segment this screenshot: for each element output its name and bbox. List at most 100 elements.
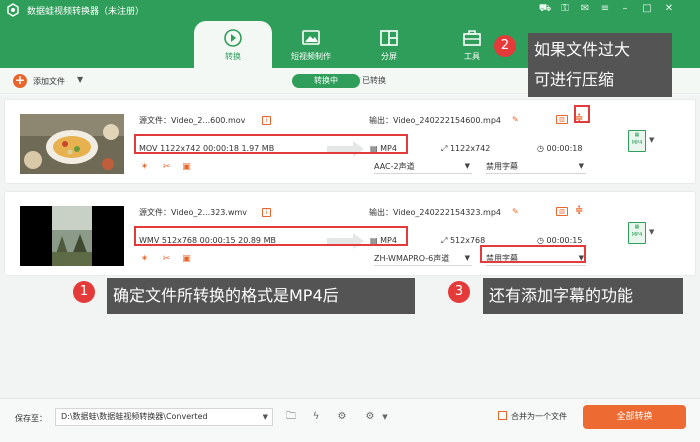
add-file-label: 添加文件 [33, 77, 65, 86]
convert-icon [224, 29, 242, 47]
key-icon[interactable]: ⚿ [558, 2, 572, 16]
annotation-text: 如果文件过大 [534, 40, 631, 59]
enhance-icon[interactable]: ✶ [139, 162, 150, 173]
tab-converted[interactable]: 已转换 [362, 74, 418, 88]
output-resolution: ⤢ 1122x742 [441, 144, 490, 154]
chevron-down-icon[interactable]: ▼ [649, 136, 654, 144]
chevron-down-icon: ▼ [464, 254, 470, 262]
settings-icon[interactable]: ⚙ [362, 409, 378, 425]
title-bar: 数据蛙视频转换器（未注册） ⛟ ⚿ ✉ ≡ – □ ✕ [0, 0, 700, 20]
video-thumbnail[interactable] [20, 114, 124, 174]
annotation-number: 2 [494, 35, 516, 57]
subtitle-value: 禁用字幕 [486, 162, 518, 171]
toolbox-icon [463, 30, 481, 46]
annotation-box-subtitle [480, 245, 586, 263]
format-badge[interactable]: ▦ MP4 [628, 222, 646, 244]
tab-short-video-label: 短视频制作 [291, 52, 331, 61]
annotation-text: 还有添加字幕的功能 [489, 286, 634, 305]
save-to-label: 保存至： [15, 414, 47, 423]
cut-icon[interactable]: ✂ [161, 162, 172, 173]
tab-short-video[interactable]: 短视频制作 [272, 21, 350, 68]
info-icon[interactable]: i [262, 208, 271, 217]
output-duration: ◷ 00:00:15 [537, 236, 582, 245]
source-filename: 源文件：Video_2...600.mov [139, 116, 246, 125]
folder-icon[interactable]: 🗀 [283, 409, 299, 425]
annotation-callout: 还有添加字幕的功能 [483, 278, 683, 314]
close-icon[interactable]: ✕ [662, 2, 676, 16]
enhance-icon[interactable]: ✶ [139, 254, 150, 265]
format-badge-label: MP4 [631, 232, 643, 238]
tab-split-screen[interactable]: 分屏 [350, 21, 428, 68]
annotation-callout: 确定文件所转换的格式是MP4后 [107, 278, 415, 314]
output-duration: ◷ 00:00:18 [537, 144, 582, 153]
annotation-text: 可进行压缩 [534, 70, 615, 89]
annotation-box-compress [574, 105, 590, 123]
gpu-off-icon[interactable]: ⚙ [334, 409, 350, 425]
maximize-icon[interactable]: □ [640, 2, 654, 16]
chevron-down-icon: ▼ [464, 162, 470, 170]
tab-convert[interactable]: 转换 [194, 21, 272, 68]
audio-track-select[interactable]: AAC-2声道 ▼ [374, 160, 472, 174]
merge-files-label: 合并为一个文件 [511, 412, 567, 421]
edit-effects-icon[interactable]: ▣ [181, 254, 192, 265]
output-filename: 输出：Video_240222154600.mp4 [369, 116, 501, 125]
status-segment: 转换中 已转换 [292, 74, 428, 88]
tab-split-screen-label: 分屏 [381, 52, 397, 61]
hardware-accel-off-icon[interactable]: ϟ [308, 409, 324, 425]
image-edit-icon [302, 30, 320, 45]
format-badge-label: MP4 [631, 140, 643, 146]
resize-icon: ⤢ [441, 236, 448, 245]
output-path-value: D:\数据蛙\数据蛙视频转换器\Converted [61, 412, 208, 421]
chevron-down-icon: ▼ [262, 413, 268, 421]
clock-icon: ◷ [537, 144, 544, 153]
compress-icon[interactable]: ≑ [575, 206, 584, 216]
output-path-select[interactable]: D:\数据蛙\数据蛙视频转换器\Converted ▼ [55, 408, 273, 426]
annotation-text: 确定文件所转换的格式是MP4后 [113, 286, 339, 305]
edit-pencil-icon[interactable]: ✎ [512, 115, 521, 124]
duration-value: 00:00:18 [546, 144, 583, 153]
audio-track-select[interactable]: ZH-WMAPRO-6声道 ▼ [374, 252, 472, 266]
source-filename: 源文件：Video_2...323.wmv [139, 208, 248, 217]
audio-track-value: AAC-2声道 [374, 162, 415, 171]
edit-pencil-icon[interactable]: ✎ [512, 207, 521, 216]
video-thumbnail[interactable] [20, 206, 124, 266]
format-badge[interactable]: ▦ MP4 [628, 130, 646, 152]
minimize-icon[interactable]: – [618, 2, 632, 16]
subtitle-select[interactable]: 禁用字幕 ▼ [486, 160, 586, 174]
split-screen-icon [380, 30, 398, 46]
app-title: 数据蛙视频转换器（未注册） [27, 7, 145, 17]
resolution-value: 1122x742 [449, 144, 491, 153]
menu-icon[interactable]: ≡ [598, 2, 612, 16]
chat-icon[interactable]: ✉ [578, 2, 592, 16]
clock-icon: ◷ [537, 236, 544, 245]
duration-value: 00:00:15 [546, 236, 583, 245]
chevron-down-icon[interactable]: ▼ [377, 409, 393, 425]
info-icon[interactable]: i [262, 116, 271, 125]
checkbox-icon [498, 411, 507, 420]
tab-convert-label: 转换 [225, 52, 241, 61]
annotation-number: 1 [73, 281, 95, 303]
app-logo-icon [7, 3, 19, 17]
compress-badge-icon[interactable]: ▥ [556, 207, 568, 216]
plus-icon: + [13, 73, 27, 88]
tab-converting[interactable]: 转换中 [292, 74, 360, 88]
resolution-value: 512x768 [449, 236, 486, 245]
edit-effects-icon[interactable]: ▣ [181, 162, 192, 173]
annotation-number: 3 [448, 281, 470, 303]
footer-bar: 保存至： D:\数据蛙\数据蛙视频转换器\Converted ▼ 🗀 ϟ ⚙ ⚙… [0, 398, 700, 442]
audio-track-value: ZH-WMAPRO-6声道 [374, 254, 450, 263]
compress-badge-icon[interactable]: ▥ [556, 115, 568, 124]
annotation-box-format [134, 226, 408, 246]
merge-files-checkbox[interactable]: 合并为一个文件 [498, 411, 567, 422]
cut-icon[interactable]: ✂ [161, 254, 172, 265]
resize-icon: ⤢ [441, 144, 448, 153]
annotation-callout: 如果文件过大 可进行压缩 [528, 33, 672, 97]
chevron-down-icon[interactable]: ▼ [649, 228, 654, 236]
output-filename: 输出：Video_240222154323.mp4 [369, 208, 501, 217]
output-resolution: ⤢ 512x768 [441, 236, 485, 246]
convert-all-button[interactable]: 全部转换 [583, 405, 686, 429]
chevron-down-icon: ▼ [578, 162, 584, 170]
chevron-down-icon[interactable]: ▼ [77, 75, 83, 84]
cart-icon[interactable]: ⛟ [538, 2, 552, 16]
annotation-box-format [134, 134, 408, 154]
